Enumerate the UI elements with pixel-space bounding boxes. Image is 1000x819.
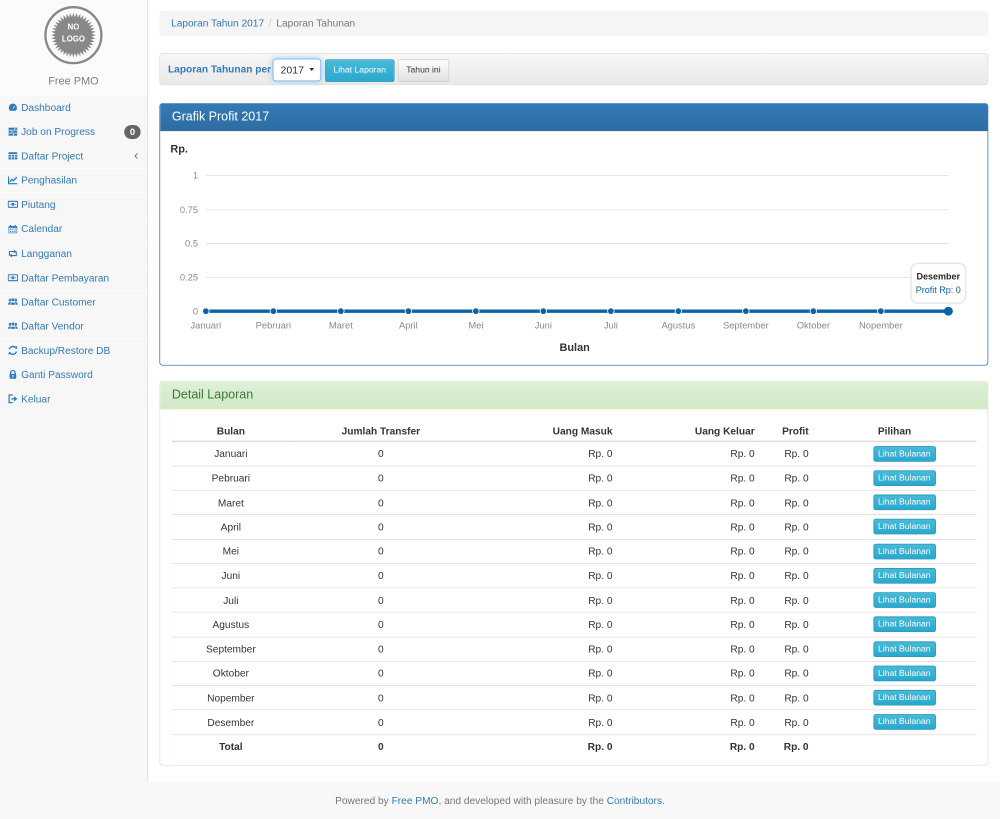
svg-text:Pebruari: Pebruari xyxy=(256,321,291,331)
svg-text:0.5: 0.5 xyxy=(185,239,198,249)
svg-text:Nopember: Nopember xyxy=(859,321,903,331)
svg-text:Agustus: Agustus xyxy=(661,321,695,331)
svg-text:Juli: Juli xyxy=(604,321,618,331)
svg-text:April: April xyxy=(399,321,418,331)
svg-text:September: September xyxy=(723,321,769,331)
svg-text:Juni: Juni xyxy=(535,321,552,331)
svg-text:1: 1 xyxy=(193,171,198,181)
svg-text:Bulan: Bulan xyxy=(560,342,590,354)
svg-text:0.75: 0.75 xyxy=(180,205,198,215)
svg-text:Maret: Maret xyxy=(329,321,353,331)
svg-text:Mei: Mei xyxy=(468,321,483,331)
svg-text:Januari: Januari xyxy=(191,321,222,331)
svg-text:Oktober: Oktober xyxy=(797,321,830,331)
svg-text:0: 0 xyxy=(193,306,198,316)
svg-text:0.25: 0.25 xyxy=(180,273,198,283)
